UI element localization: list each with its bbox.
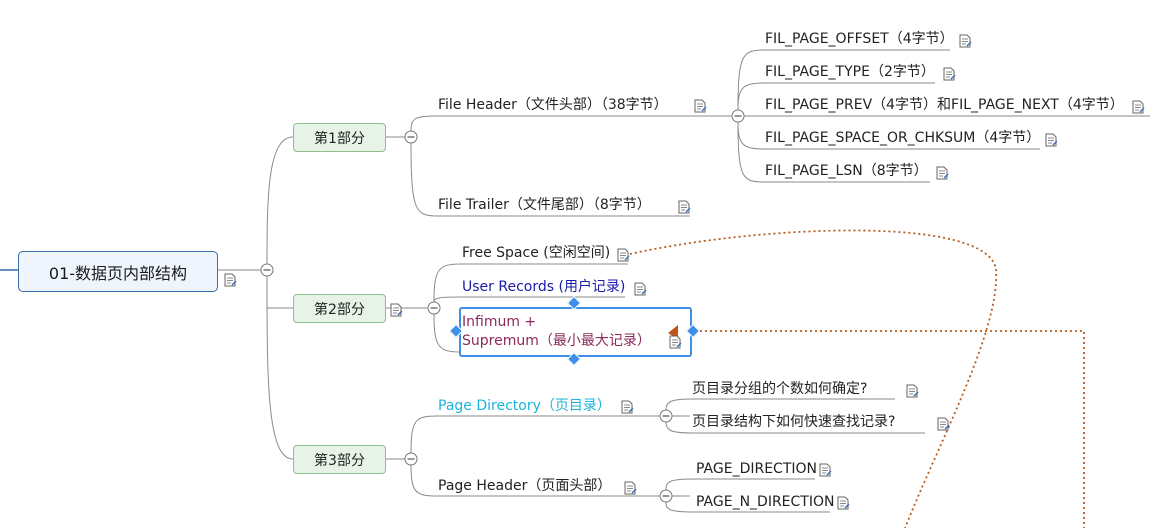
- note-icon[interactable]: [943, 66, 956, 81]
- topic-part2[interactable]: 第2部分: [293, 294, 386, 323]
- note-icon[interactable]: [936, 165, 949, 180]
- note-icon[interactable]: [624, 480, 637, 495]
- topic-fil-page-type[interactable]: FIL_PAGE_TYPE（2字节）: [765, 63, 935, 81]
- note-icon[interactable]: [1132, 99, 1145, 114]
- topic-fil-page-prev-next[interactable]: FIL_PAGE_PREV（4字节）和FIL_PAGE_NEXT（4字节）: [765, 96, 1124, 114]
- note-icon[interactable]: [634, 281, 647, 296]
- note-icon[interactable]: [837, 495, 850, 510]
- topic-page-header[interactable]: Page Header（页面头部）: [438, 477, 611, 495]
- topic-file-header[interactable]: File Header（文件头部）（38字节）: [438, 96, 668, 114]
- topic-free-space[interactable]: Free Space (空闲空间): [462, 244, 610, 262]
- note-icon[interactable]: [678, 199, 691, 214]
- note-icon[interactable]: [819, 462, 832, 477]
- topic-page-n-direction[interactable]: PAGE_N_DIRECTION: [696, 493, 834, 511]
- note-icon[interactable]: [694, 98, 707, 113]
- topic-part2-label: 第2部分: [314, 301, 365, 318]
- topic-file-trailer[interactable]: File Trailer（文件尾部）（8字节）: [438, 196, 651, 214]
- topic-directory-group-count[interactable]: 页目录分组的个数如何确定?: [692, 380, 867, 398]
- note-icon[interactable]: [937, 416, 950, 431]
- topic-part3[interactable]: 第3部分: [293, 445, 386, 474]
- topic-part1-label: 第1部分: [314, 130, 365, 147]
- topic-part1[interactable]: 第1部分: [293, 123, 386, 152]
- topic-infimum-line1: Infimum +: [462, 314, 537, 330]
- topic-fil-page-space-or-chksum[interactable]: FIL_PAGE_SPACE_OR_CHKSUM（4字节）: [765, 129, 1040, 147]
- topic-page-direction[interactable]: PAGE_DIRECTION: [696, 460, 817, 478]
- note-icon[interactable]: [1045, 132, 1058, 147]
- note-icon[interactable]: [906, 383, 919, 398]
- note-icon[interactable]: [621, 399, 634, 414]
- topic-infimum-line2: Supremum（最小最大记录）: [462, 333, 651, 349]
- topic-page-directory[interactable]: Page Directory（页目录）: [438, 397, 611, 415]
- note-icon[interactable]: [669, 334, 682, 349]
- topic-part3-label: 第3部分: [314, 452, 365, 469]
- topic-directory-fast-search[interactable]: 页目录结构下如何快速查找记录?: [692, 413, 895, 431]
- topic-fil-page-offset[interactable]: FIL_PAGE_OFFSET（4字节）: [765, 30, 954, 48]
- note-icon[interactable]: [959, 33, 972, 48]
- root-topic[interactable]: 01-数据页内部结构: [18, 251, 218, 292]
- note-icon[interactable]: [224, 272, 237, 287]
- topic-fil-page-lsn[interactable]: FIL_PAGE_LSN（8字节）: [765, 162, 928, 180]
- topic-user-records[interactable]: User Records (用户记录): [462, 278, 625, 296]
- note-icon[interactable]: [617, 247, 630, 262]
- root-topic-label: 01-数据页内部结构: [48, 263, 188, 283]
- note-icon[interactable]: [390, 302, 403, 317]
